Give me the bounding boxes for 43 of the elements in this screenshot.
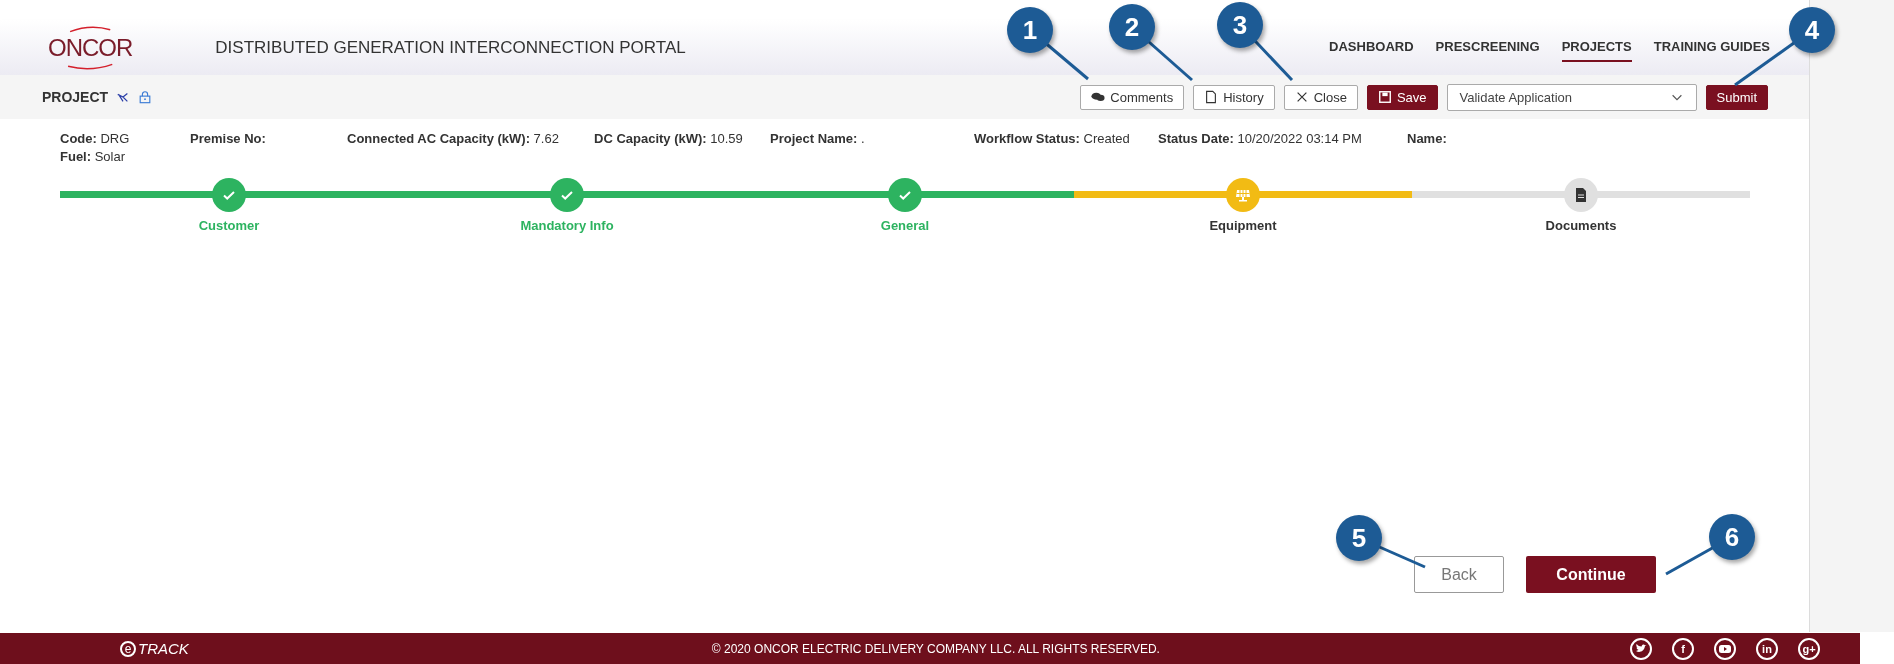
callout-badge: 5: [1336, 515, 1382, 561]
nav-tab[interactable]: DASHBOARD: [1329, 33, 1414, 62]
play-icon[interactable]: [1714, 637, 1736, 660]
bird-icon[interactable]: [1630, 637, 1652, 660]
solar-panel-icon: [1235, 187, 1251, 203]
step-label[interactable]: Equipment: [1209, 218, 1277, 233]
info-field: Name:: [1407, 131, 1607, 146]
social-link[interactable]: f: [1672, 637, 1694, 660]
info-field: Code: DRG: [60, 131, 190, 146]
back-button[interactable]: Back: [1414, 556, 1504, 593]
info-field: Workflow Status: Created: [974, 131, 1158, 146]
continue-button[interactable]: Continue: [1526, 556, 1656, 593]
portal-title: DISTRIBUTED GENERATION INTERCONNECTION PORTAL: [215, 37, 686, 58]
close-button[interactable]: Close: [1283, 84, 1358, 110]
info-field: Premise No:: [190, 131, 347, 146]
info-field: Project Name: .: [770, 131, 974, 146]
copyright-text: © 2020 ONCOR ELECTRIC DELIVERY COMPANY LLC. ALL RIGHTS RESERVED.: [711, 641, 1160, 656]
info-field: Fuel: Solar: [60, 149, 190, 164]
social-link[interactable]: in: [1756, 637, 1778, 660]
callout-badge: 3: [1217, 2, 1263, 48]
nav-tab[interactable]: PROJECTS: [1561, 33, 1632, 62]
document-icon: [1573, 187, 1589, 203]
info-field: DC Capacity (kW): 10.59: [594, 131, 770, 146]
info-field: Connected AC Capacity (kW): 7.62: [347, 131, 594, 146]
action-select[interactable]: Validate Application: [1446, 83, 1697, 111]
comments-button[interactable]: Comments: [1080, 84, 1185, 110]
callout-badge: 6: [1709, 514, 1755, 560]
save-icon: [1377, 90, 1392, 104]
nav-tab[interactable]: TRAINING GUIDES: [1653, 33, 1770, 62]
history-button[interactable]: History: [1193, 84, 1275, 110]
save-button[interactable]: Save: [1366, 84, 1438, 110]
info-field: Status Date: 10/20/2022 03:14 PM: [1158, 131, 1407, 146]
nav-tab[interactable]: PRESCREENING: [1435, 33, 1540, 62]
document-icon: [1204, 90, 1219, 104]
footer-logo: e TRACK: [120, 640, 189, 657]
submit-button[interactable]: Submit: [1705, 84, 1768, 110]
lock-icon[interactable]: [138, 90, 153, 104]
page-title: PROJECT: [42, 89, 109, 105]
callout-badge: 1: [1007, 7, 1053, 53]
callout-badge: 2: [1109, 4, 1155, 50]
step-label[interactable]: Documents: [1545, 218, 1617, 233]
social-link[interactable]: g+: [1798, 637, 1820, 660]
brand-logo: ONCOR: [40, 23, 141, 72]
